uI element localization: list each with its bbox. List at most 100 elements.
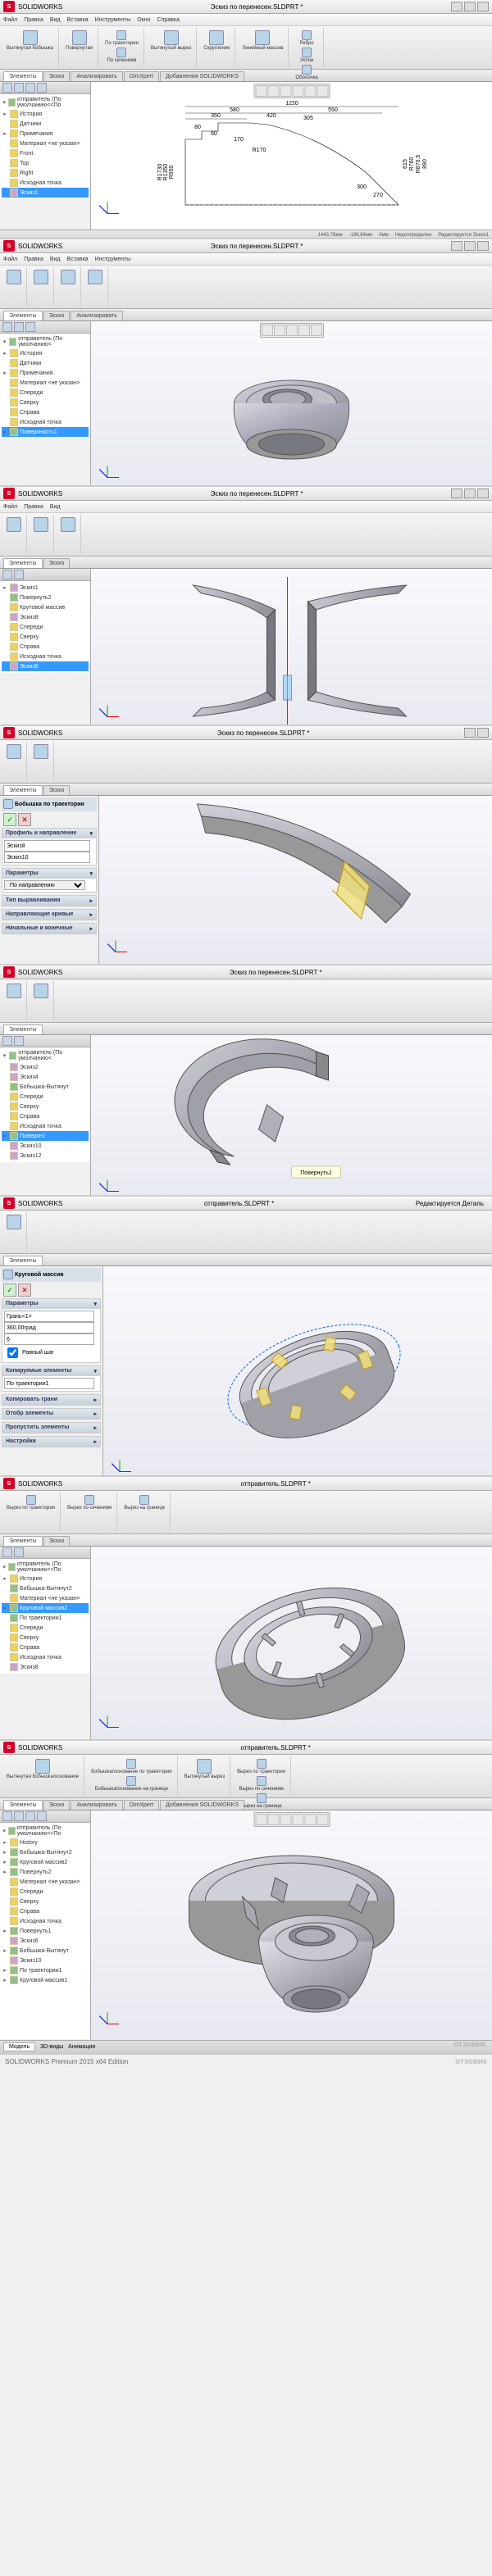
menu-window[interactable]: Окно [137, 17, 150, 23]
tab-features[interactable]: Элементы [3, 71, 43, 81]
profile-field[interactable] [4, 840, 90, 852]
feature-tree[interactable]: ▾отправитель (По умолчанию< ▸История Дат… [0, 334, 90, 438]
menu-edit[interactable]: Правка [24, 17, 43, 23]
watermark: отзовик [453, 2040, 485, 2049]
tree-item-selected[interactable]: Эскиз1 [2, 188, 89, 198]
plane-icon [10, 159, 18, 167]
ribbon-sweep[interactable]: По траектории [103, 30, 140, 47]
tree-item[interactable]: Исходная точка [2, 178, 89, 188]
svg-text:170: 170 [234, 137, 244, 143]
features-field[interactable] [4, 1378, 94, 1389]
ribbon-rib[interactable]: Ребро [298, 30, 316, 47]
ok-btn[interactable]: ✓ [3, 813, 16, 826]
tree-item[interactable]: Right [2, 168, 89, 178]
tree-item[interactable]: Front [2, 148, 89, 158]
minimize-btn[interactable] [451, 2, 462, 11]
statusbar: 1443,78мм -198,64мм 0мм Недоопределен Ре… [0, 229, 492, 239]
svg-text:350: 350 [211, 113, 221, 119]
tree-icon[interactable] [2, 83, 12, 93]
tree-item[interactable]: ▸История [2, 109, 89, 119]
viewport[interactable] [91, 321, 492, 487]
window-controls [451, 2, 489, 11]
screenshot-6: SSOLIDWORKSотправитель.SLDPRT *Редактиру… [0, 1197, 492, 1477]
cut-icon [61, 270, 75, 284]
screenshot-5: SSOLIDWORKSЭскиз по перенесен.SLDPRT * Э… [0, 965, 492, 1197]
extrude-icon [7, 270, 21, 284]
origin-icon [10, 179, 18, 187]
tree-item[interactable]: ▸Примечания [2, 129, 89, 139]
close-btn[interactable] [477, 2, 489, 11]
svg-text:420: 420 [266, 113, 276, 119]
maximize-btn[interactable] [464, 241, 476, 251]
svg-text:580: 580 [230, 107, 239, 113]
sweep-icon [3, 799, 13, 809]
ok-btn[interactable]: ✓ [3, 1283, 16, 1297]
tab-analyze[interactable]: Анализировать [71, 71, 123, 81]
svg-text:80: 80 [194, 125, 201, 130]
minimize-btn[interactable] [451, 241, 462, 251]
menu-file[interactable]: Файл [3, 17, 17, 23]
viewport[interactable]: 1220 580 550 350 420 305 80 60 170 R170 … [91, 82, 492, 229]
sw-logo: S [3, 1, 15, 12]
svg-text:1220: 1220 [285, 101, 298, 107]
tree-item[interactable]: Материал <не указан> [2, 139, 89, 148]
close-btn[interactable] [477, 241, 489, 251]
svg-text:615: 615 [403, 159, 408, 169]
menu-help[interactable]: Справка [157, 17, 180, 23]
tree-root[interactable]: ▾отправитель (По умолчанию<<По [2, 96, 89, 109]
tree-icon[interactable] [14, 83, 24, 93]
tab-addins[interactable]: Добавления SOLIDWORKS [160, 71, 244, 81]
model-3d [91, 321, 492, 487]
feature-tree[interactable]: ▾отправитель (По умолчанию<<По ▸История … [0, 94, 90, 199]
menu-insert[interactable]: Вставка [67, 17, 89, 23]
pm-title: Бобышка по траектории [15, 802, 84, 807]
equal-spacing-check[interactable] [7, 1347, 18, 1358]
cancel-btn[interactable]: ✕ [18, 813, 31, 826]
tab-sketch[interactable]: Эскиз [43, 71, 71, 81]
tree-icon[interactable] [37, 83, 47, 93]
fillet-icon [209, 30, 224, 45]
ribbon-extrude[interactable]: Вытянутая бобышка [5, 30, 55, 52]
ribbon-pattern[interactable]: Линейный массив [240, 30, 285, 52]
path-field[interactable] [4, 852, 90, 863]
menu-tools[interactable]: Инструменты [95, 17, 131, 23]
screenshot-8: SSOLIDWORKSотправитель.SLDPRT * Вытянута… [0, 1741, 492, 2054]
svg-text:R950: R950 [169, 166, 175, 179]
angle-field[interactable] [4, 1322, 94, 1333]
tab-dimxpert[interactable]: DimXpert [124, 71, 159, 81]
ribbon-loft[interactable]: По сечениям [105, 47, 138, 64]
svg-text:305: 305 [303, 116, 313, 121]
view-triad[interactable] [98, 203, 117, 223]
ribbon-shell[interactable]: Оболочка [294, 64, 319, 81]
tree-item[interactable]: Датчики [2, 119, 89, 129]
svg-text:270: 270 [373, 193, 383, 198]
axis-field[interactable] [4, 1311, 94, 1322]
svg-text:R170: R170 [252, 148, 266, 153]
ribbon: Вытянутая бобышка Повернутая По траектор… [0, 26, 492, 70]
plane-icon [10, 169, 18, 177]
cancel-btn[interactable]: ✕ [18, 1283, 31, 1297]
svg-text:890: 890 [422, 159, 428, 169]
orient-select[interactable]: По направлению [4, 880, 85, 890]
sec-profile[interactable]: Профиль и направление▾ [2, 829, 96, 838]
ribbon [0, 266, 492, 309]
tree-icon[interactable] [25, 83, 35, 93]
ribbon-fillet[interactable]: Скругление [202, 30, 231, 52]
menubar: Файл Правка Вид Вставка Инструменты Окно… [0, 14, 492, 26]
screenshot-3: SSOLIDWORKSЭскиз по перенесен.SLDPRT * Ф… [0, 487, 492, 726]
svg-text:300: 300 [357, 184, 367, 190]
ribbon-cut[interactable]: Вытянутый вырез [149, 30, 194, 52]
menu-view[interactable]: Вид [50, 17, 61, 23]
ribbon-revolve[interactable]: Повернутая [64, 30, 94, 52]
fillp-icon [88, 270, 102, 284]
svg-text:R760: R760 [409, 157, 415, 171]
tree-item[interactable]: Top [2, 158, 89, 168]
note-icon [10, 129, 18, 138]
sketch-icon [10, 189, 18, 197]
svg-text:R870.5: R870.5 [416, 155, 421, 174]
count-field[interactable] [4, 1333, 94, 1345]
rib-icon [302, 30, 312, 40]
app-footer: SOLIDWORKS Premium 2015 x64 Edition отзо… [0, 2054, 492, 2068]
ribbon-draft[interactable]: Уклон [298, 47, 315, 64]
maximize-btn[interactable] [464, 2, 476, 11]
